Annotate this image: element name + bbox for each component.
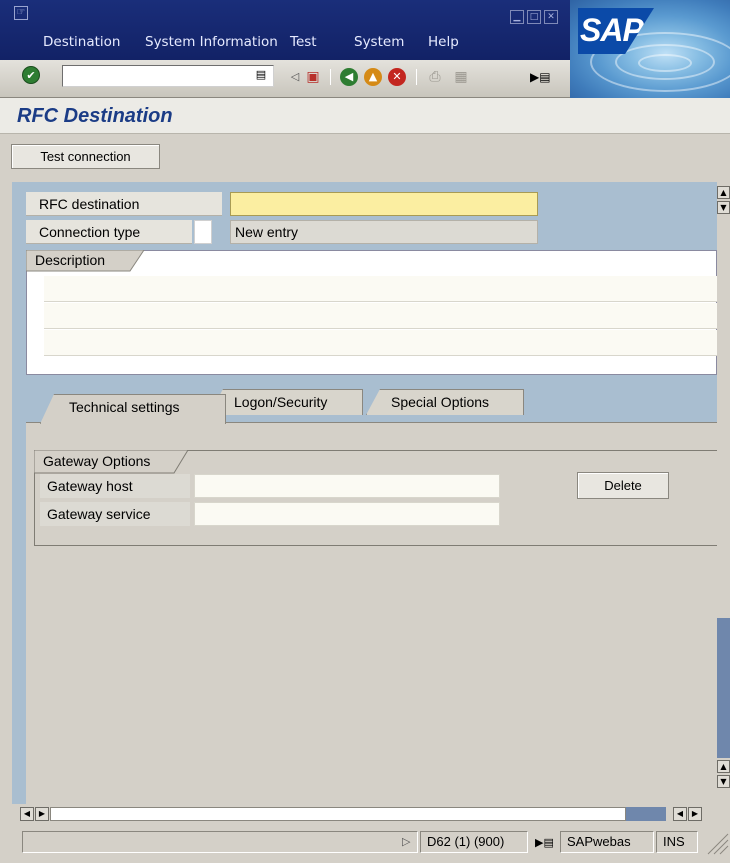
tab-technical-settings-label: Technical settings — [69, 399, 180, 415]
gateway-options-tab: Gateway Options — [34, 450, 190, 474]
back-icon[interactable]: ◀ — [340, 68, 358, 86]
tab-logon-security-label: Logon/Security — [234, 394, 328, 410]
horizontal-scroll-thumb[interactable] — [50, 807, 626, 821]
vertical-scroll-thumb[interactable] — [717, 618, 730, 758]
gateway-service-label: Gateway service — [47, 506, 151, 522]
menu-destination[interactable]: Destination — [43, 34, 120, 50]
menu-system[interactable]: System — [354, 34, 404, 50]
tab-technical-settings[interactable]: Technical settings — [40, 394, 226, 424]
scroll-up-bottom-icon[interactable]: ▲ — [717, 760, 730, 773]
scroll-up-icon[interactable]: ▲ — [717, 186, 730, 199]
maximize-icon[interactable]: □ — [527, 10, 541, 24]
scroll-right-end-icon[interactable]: ▶ — [688, 807, 702, 821]
rfc-destination-input[interactable] — [230, 192, 538, 216]
command-field[interactable] — [62, 65, 274, 87]
scroll-down-icon[interactable]: ▼ — [717, 201, 730, 214]
menu-system-information[interactable]: System Information — [145, 34, 278, 50]
status-menu-icon[interactable]: ▶▤ — [535, 836, 554, 849]
status-system-info: D62 (1) (900) — [420, 831, 528, 853]
page-title-bar: RFC Destination — [0, 98, 730, 134]
connection-type-label: Connection type — [39, 224, 141, 240]
connection-type-text: New entry — [235, 224, 299, 240]
status-server: SAPwebas — [560, 831, 654, 853]
print-icon[interactable]: ⎙ — [426, 68, 444, 86]
cancel-icon[interactable]: ✕ — [388, 68, 406, 86]
status-message-area — [22, 831, 418, 853]
connection-type-input[interactable] — [194, 220, 212, 244]
horizontal-scroll-track — [626, 807, 666, 821]
horizontal-scrollbar[interactable]: ◀ ▶ ◀ ▶ — [20, 806, 720, 822]
gateway-host-label: Gateway host — [47, 478, 133, 494]
command-dropdown-icon[interactable]: ▤ — [252, 66, 270, 84]
delete-button[interactable]: Delete — [577, 472, 669, 499]
layout-menu-icon[interactable]: ▶▤ — [530, 68, 551, 86]
scroll-left-icon[interactable]: ◀ — [20, 807, 34, 821]
status-expand-icon[interactable]: ▷ — [402, 835, 410, 848]
save-icon[interactable]: ▣ — [304, 68, 322, 86]
description-group-tab: Description — [26, 250, 146, 272]
description-line-3[interactable] — [44, 330, 717, 356]
vertical-scrollbar[interactable]: ▲ ▼ ▲ ▼ — [717, 182, 730, 804]
status-bar: ▷ D62 (1) (900) ▶▤ SAPwebas INS — [0, 824, 730, 863]
work-area: RFC destination Connection type New entr… — [12, 182, 717, 804]
tab-logon-security[interactable]: Logon/Security — [209, 389, 363, 415]
application-toolbar: Test connection — [0, 134, 730, 178]
close-icon[interactable]: ✕ — [544, 10, 558, 24]
collapse-arrow-icon[interactable]: ◁ — [286, 68, 304, 86]
page-title: RFC Destination — [17, 105, 173, 127]
find-icon[interactable]: ▦ — [452, 68, 470, 86]
system-menu-icon[interactable]: ☞ — [14, 6, 28, 20]
scroll-down-bottom-icon[interactable]: ▼ — [717, 775, 730, 788]
gateway-options-label: Gateway Options — [43, 453, 151, 469]
tab-special-options-label: Special Options — [391, 394, 490, 410]
enter-check-icon[interactable]: ✔ — [22, 66, 40, 84]
scroll-right-icon[interactable]: ▶ — [35, 807, 49, 821]
minimize-icon[interactable]: ▁ — [510, 10, 524, 24]
test-connection-button[interactable]: Test connection — [11, 144, 160, 169]
gateway-host-input[interactable] — [194, 474, 500, 498]
tab-special-options[interactable]: Special Options — [366, 389, 524, 415]
status-mode: INS — [656, 831, 698, 853]
scroll-left-end-icon[interactable]: ◀ — [673, 807, 687, 821]
exit-icon[interactable]: ▲ — [364, 68, 382, 86]
menu-help[interactable]: Help — [428, 34, 459, 50]
rfc-destination-label: RFC destination — [39, 196, 140, 212]
description-group-label: Description — [35, 252, 106, 268]
standard-toolbar: ✔ ▤ ◁ ▣ ◀ ▲ ✕ ⎙ ▦ ▶▤ — [0, 60, 570, 98]
description-line-1[interactable] — [44, 276, 717, 302]
resize-grip-icon[interactable] — [700, 833, 730, 855]
menu-test[interactable]: Test — [290, 34, 317, 50]
window-controls: ▁ □ ✕ — [510, 10, 558, 24]
description-line-2[interactable] — [44, 303, 717, 329]
gateway-service-input[interactable] — [194, 502, 500, 526]
